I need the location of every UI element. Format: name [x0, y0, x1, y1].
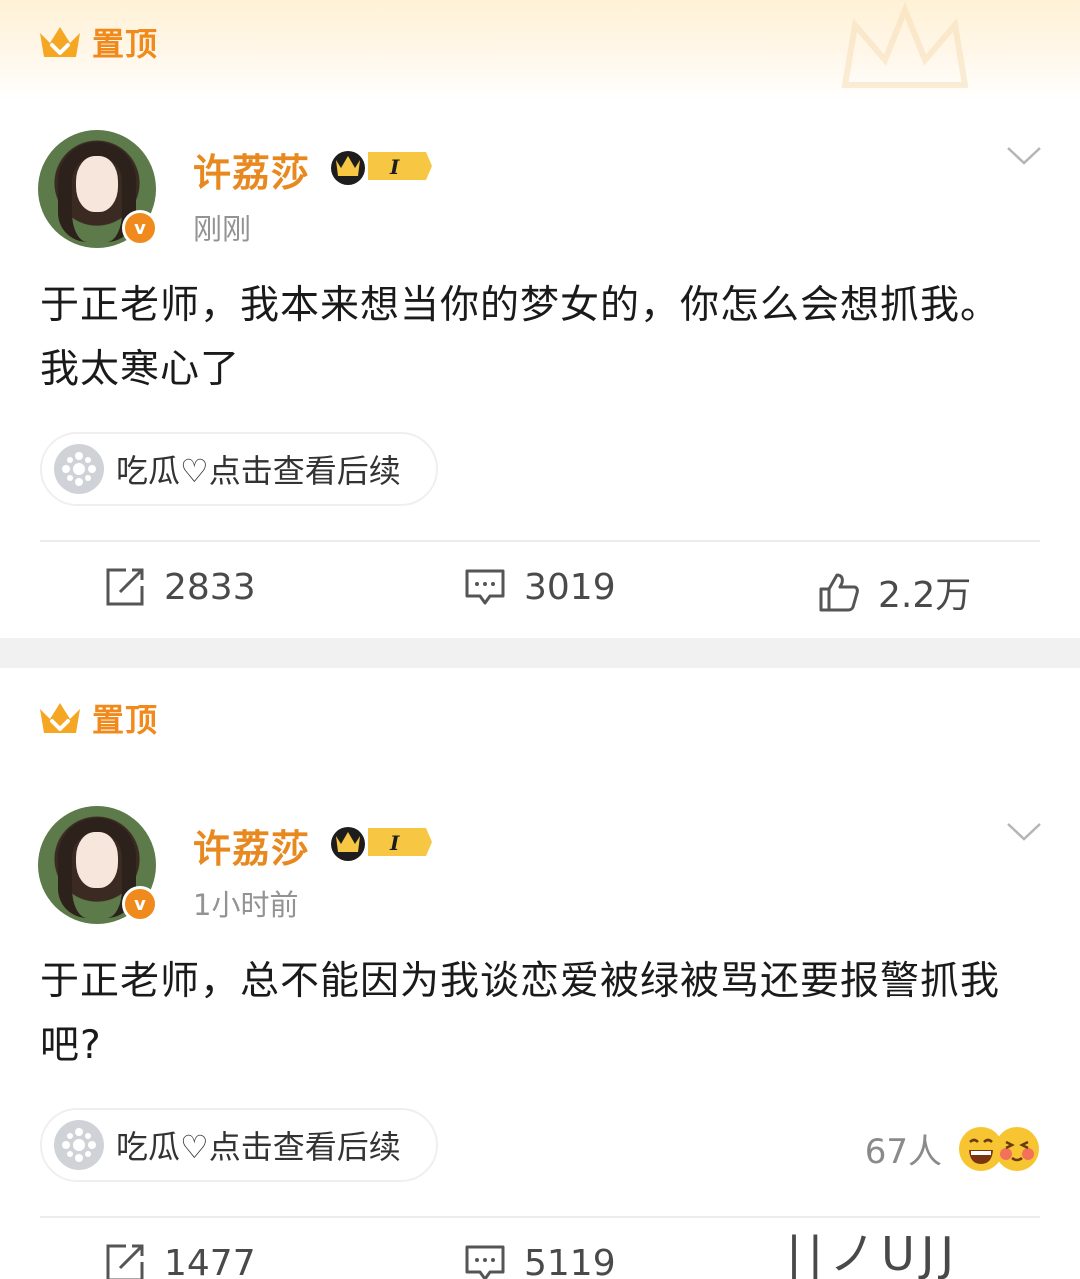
post-content: 于正老师，我本来想当你的梦女的，你怎么会想抓我。我太寒心了 — [40, 283, 1001, 392]
topic-label: 吃瓜♡点击查看后续 — [116, 1128, 401, 1166]
verified-icon: v — [122, 886, 158, 922]
pinned-label: 置顶 — [92, 25, 159, 63]
melon-icon — [54, 1120, 104, 1170]
watermark: ||ノUJJ — [786, 1227, 960, 1279]
pinned-label: 置顶 — [92, 701, 159, 739]
post-timestamp: 1小时前 — [193, 888, 299, 922]
blushing-emoji-icon — [995, 1126, 1039, 1171]
comment-count: 3019 — [524, 566, 616, 608]
repost-count: 2833 — [164, 566, 256, 608]
post-separator — [0, 638, 1080, 668]
pinned-indicator: 置顶 — [38, 696, 158, 740]
reaction-summary[interactable]: 67人 — [865, 1124, 1040, 1173]
crown-icon — [40, 27, 80, 57]
topic-chip[interactable]: 吃瓜♡点击查看后续 — [40, 432, 438, 506]
repost-count: 1477 — [164, 1242, 256, 1279]
avatar[interactable]: v — [38, 806, 158, 924]
reaction-count: 67人 — [864, 1132, 942, 1172]
like-count: 2.2万 — [878, 575, 972, 616]
comment-icon — [465, 1245, 505, 1279]
divider — [40, 540, 1040, 542]
action-bar: 2833 3019 2.2万 — [0, 544, 1080, 634]
svg-text:I: I — [389, 155, 400, 179]
repost-button[interactable]: 2833 — [104, 566, 256, 608]
comment-icon — [465, 569, 505, 605]
crown-icon — [40, 703, 80, 733]
topic-chip[interactable]: 吃瓜♡点击查看后续 — [40, 1108, 438, 1182]
avatar[interactable]: v — [38, 130, 158, 248]
vip-crown-badge-icon[interactable]: I — [328, 822, 432, 862]
pinned-post-1: 置顶 v 许荔莎 I 刚刚 于正老师，我本来想当你的梦女的，你怎么会想抓我。我太… — [0, 0, 1080, 638]
comment-button[interactable]: 3019 — [464, 566, 616, 608]
crown-watermark-icon — [841, 1, 969, 88]
like-button[interactable]: 2.2万 — [818, 566, 971, 618]
pinned-post-2: 置顶 v 许荔莎 I 1小时前 于正老师，总不能因为我谈恋爱被绿被骂还要报警抓我… — [0, 668, 1080, 1279]
pinned-indicator: 置顶 — [38, 20, 158, 64]
repost-button[interactable]: 1477 — [104, 1242, 256, 1279]
repost-icon — [106, 568, 144, 606]
verified-icon: v — [122, 210, 158, 246]
chevron-down-icon[interactable] — [1006, 146, 1042, 166]
chevron-down-icon[interactable] — [1006, 822, 1042, 842]
post-content: 于正老师，总不能因为我谈恋爱被绿被骂还要报警抓我吧? — [40, 959, 1001, 1068]
repost-icon — [106, 1244, 144, 1279]
username[interactable]: 许荔莎 — [193, 142, 310, 197]
thumbs-up-icon — [819, 573, 859, 612]
pinned-banner: 置顶 — [0, 0, 1080, 100]
vip-crown-badge-icon[interactable]: I — [328, 146, 432, 186]
topic-label: 吃瓜♡点击查看后续 — [116, 452, 401, 490]
comment-button[interactable]: 5119 — [464, 1242, 616, 1279]
svg-text:I: I — [389, 831, 400, 855]
melon-icon — [54, 444, 104, 494]
comment-count: 5119 — [524, 1242, 616, 1279]
post-timestamp: 刚刚 — [193, 212, 252, 246]
username[interactable]: 许荔莎 — [193, 818, 310, 873]
